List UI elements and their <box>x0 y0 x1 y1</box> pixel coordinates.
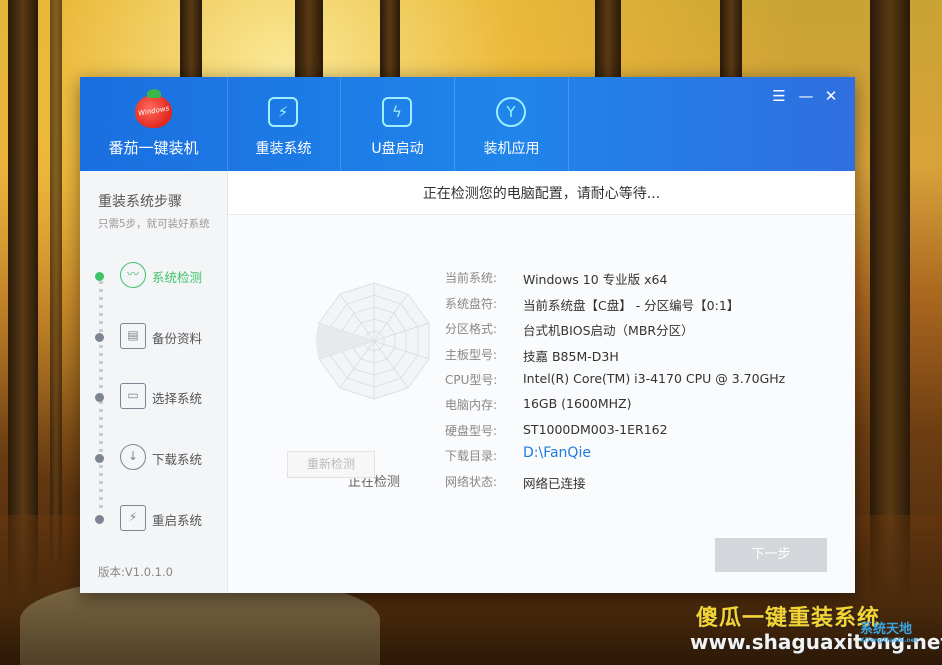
info-value: 当前系统盘【C盘】 - 分区编号【0:1】 <box>523 298 740 313</box>
minimize-button[interactable]: — <box>797 87 815 105</box>
tab-install-apps[interactable]: Y 装机应用 <box>455 77 569 171</box>
step-label: 备份资料 <box>152 331 203 346</box>
info-row: 当前系统: Windows 10 专业版 x64 <box>445 269 845 289</box>
brand-name: 番茄一键装机 <box>108 139 199 157</box>
main-content: 正在检测您的电脑配置，请耐心等待... 正在检测 重新检测 当前系统: Wind… <box>228 171 855 593</box>
info-row: CPU型号: Intel(R) Core(TM) i3-4170 CPU @ 3… <box>445 371 845 391</box>
site-watermark: 傻瓜一键重装系统 www.shaguaxitong.net 系统天地 XiTon… <box>684 596 942 665</box>
step-select-system: ▭ 选择系统 <box>95 380 225 416</box>
tomato-logo-icon: Windows <box>135 89 172 128</box>
restart-icon: ⚡ <box>120 505 146 531</box>
status-bar: 正在检测您的电脑配置，请耐心等待... <box>228 171 855 215</box>
step-restart: ⚡ 重启系统 <box>95 502 225 538</box>
watermark-logo: 系统天地 XiTongTianDi.net <box>860 618 938 658</box>
select-system-icon: ▭ <box>120 383 146 409</box>
step-bullet <box>95 515 104 524</box>
detect-icon: 〰 <box>120 262 146 288</box>
watermark-logo-text: 系统天地 <box>860 622 913 637</box>
menu-button[interactable]: ☰ <box>770 87 788 105</box>
info-value: 技嘉 B85M-D3H <box>523 349 619 364</box>
info-value: 台式机BIOS启动（MBR分区） <box>523 323 694 338</box>
installer-window: Windows 番茄一键装机 ⚡ 重装系统 ϟ U盘启动 Y 装机应用 ☰ — … <box>80 77 855 593</box>
brand-logo-area: Windows 番茄一键装机 <box>80 77 228 171</box>
download-icon: ↓ <box>120 444 146 470</box>
info-key: 硬盘型号: <box>445 424 498 438</box>
apps-icon: Y <box>496 97 526 127</box>
step-backup: ▤ 备份资料 <box>95 320 225 356</box>
info-value: Windows 10 专业版 x64 <box>523 272 668 287</box>
watermark-title: 傻瓜一键重装系统 <box>696 606 881 631</box>
step-label: 重启系统 <box>152 513 203 528</box>
info-key: 当前系统: <box>445 271 498 285</box>
info-row: 网络状态: 网络已连接 <box>445 473 845 493</box>
reinstall-icon: ⚡ <box>268 97 298 127</box>
step-label: 选择系统 <box>152 391 203 406</box>
step-label: 系统检测 <box>152 270 203 285</box>
tab-reinstall-system[interactable]: ⚡ 重装系统 <box>227 77 341 171</box>
steps-sidebar: 重装系统步骤 只需5步，就可装好系统 〰 系统检测 ▤ 备份资料 ▭ 选择系统 … <box>80 171 228 593</box>
info-row: 下载目录: D:\FanQie <box>445 445 845 467</box>
tab-label: 装机应用 <box>483 141 540 157</box>
usb-boot-icon: ϟ <box>382 97 412 127</box>
step-bullet <box>95 272 104 281</box>
info-row: 系统盘符: 当前系统盘【C盘】 - 分区编号【0:1】 <box>445 295 845 315</box>
tab-label: 重装系统 <box>255 141 312 157</box>
step-bullet <box>95 393 104 402</box>
info-value: ST1000DM003-1ER162 <box>523 422 668 437</box>
info-row: 电脑内存: 16GB (1600MHZ) <box>445 396 845 416</box>
download-dir-link[interactable]: D:\FanQie <box>523 445 591 461</box>
info-value: 网络已连接 <box>523 476 586 491</box>
info-key: 主板型号: <box>445 348 498 362</box>
info-key: 系统盘符: <box>445 297 498 311</box>
info-key: 网络状态: <box>445 475 498 489</box>
tab-usb-boot[interactable]: ϟ U盘启动 <box>341 77 455 171</box>
status-message: 正在检测您的电脑配置，请耐心等待... <box>422 186 661 202</box>
tab-label: U盘启动 <box>371 141 424 157</box>
logo-mini-text: Windows <box>137 104 170 118</box>
info-key: 分区格式: <box>445 322 498 336</box>
close-button[interactable]: ✕ <box>822 87 840 105</box>
step-bullet <box>95 454 104 463</box>
info-key: CPU型号: <box>445 373 498 387</box>
steps-title: 重装系统步骤 <box>98 194 182 210</box>
backup-icon: ▤ <box>120 323 146 349</box>
info-key: 电脑内存: <box>445 398 498 412</box>
info-value: 16GB (1600MHZ) <box>523 396 632 411</box>
recheck-button[interactable]: 重新检测 <box>287 451 375 478</box>
steps-subtitle: 只需5步，就可装好系统 <box>98 218 210 230</box>
version-label: 版本:V1.0.1.0 <box>98 565 173 579</box>
watermark-logo-sub: XiTongTianDi.net <box>860 637 918 644</box>
info-row: 硬盘型号: ST1000DM003-1ER162 <box>445 422 845 442</box>
step-download: ↓ 下载系统 <box>95 441 225 477</box>
step-bullet <box>95 333 104 342</box>
step-system-detect: 〰 系统检测 <box>95 259 225 295</box>
next-step-button[interactable]: 下一步 <box>715 538 827 572</box>
title-bar: Windows 番茄一键装机 ⚡ 重装系统 ϟ U盘启动 Y 装机应用 ☰ — … <box>80 77 855 171</box>
info-row: 主板型号: 技嘉 B85M-D3H <box>445 346 845 366</box>
info-value: Intel(R) Core(TM) i3-4170 CPU @ 3.70GHz <box>523 371 786 386</box>
info-row: 分区格式: 台式机BIOS启动（MBR分区） <box>445 320 845 340</box>
step-label: 下载系统 <box>152 452 203 467</box>
info-key: 下载目录: <box>445 449 498 463</box>
